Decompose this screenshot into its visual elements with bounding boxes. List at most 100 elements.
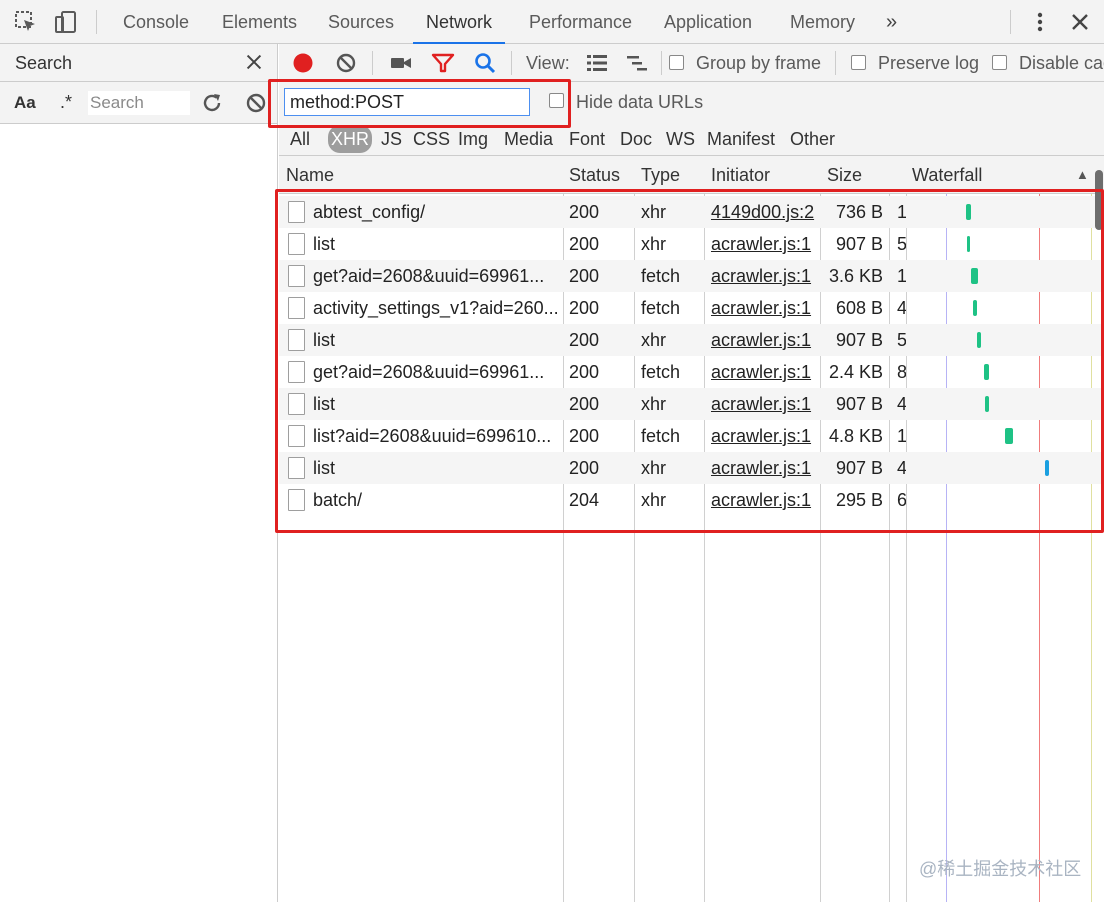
large-rows-icon[interactable] (585, 51, 609, 75)
tab-network[interactable]: Network (413, 0, 506, 44)
column-header-waterfall[interactable]: Waterfall (912, 156, 982, 194)
column-header-initiator[interactable]: Initiator (711, 156, 770, 194)
clear-log-icon[interactable] (334, 51, 358, 75)
clear-search-icon[interactable] (244, 91, 268, 115)
request-size: 907 B (835, 458, 883, 478)
view-label: View: (526, 53, 570, 73)
waterfall-bar (966, 236, 971, 252)
request-initiator-link[interactable]: 4149d00.js:2 (711, 196, 817, 228)
tab-performance[interactable]: Performance (529, 0, 632, 44)
request-initiator-link[interactable]: acrawler.js:1 (711, 292, 817, 324)
request-initiator-link[interactable]: acrawler.js:1 (711, 388, 817, 420)
request-initiator-link[interactable]: acrawler.js:1 (711, 228, 817, 260)
column-header-type[interactable]: Type (641, 156, 680, 194)
table-row[interactable]: list?aid=2608&uuid=699610... 200 fetch a… (279, 420, 1104, 452)
type-filter-css[interactable]: CSS (410, 125, 453, 153)
search-input[interactable] (88, 91, 190, 115)
tab-elements[interactable]: Elements (222, 0, 297, 44)
document-icon (288, 201, 305, 223)
request-initiator-link[interactable]: acrawler.js:1 (711, 420, 817, 452)
group-by-frame-checkbox[interactable] (669, 55, 684, 70)
request-size: 608 B (835, 298, 883, 318)
request-time: 5 (897, 234, 906, 254)
request-time: 1 (897, 202, 906, 222)
regex-toggle[interactable]: .* (60, 82, 72, 122)
document-icon (288, 361, 305, 383)
close-devtools-icon[interactable] (1068, 10, 1092, 34)
table-row[interactable]: get?aid=2608&uuid=69961... 200 fetch acr… (279, 356, 1104, 388)
table-row[interactable]: abtest_config/ 200 xhr 4149d00.js:2 736 … (279, 196, 1104, 228)
document-icon (288, 457, 305, 479)
request-status: 200 (569, 234, 600, 254)
type-filter-font[interactable]: Font (566, 125, 608, 153)
request-size: 736 B (835, 202, 883, 222)
waterfall-bar (973, 300, 977, 316)
request-initiator-link[interactable]: acrawler.js:1 (711, 484, 817, 516)
tab-sources[interactable]: Sources (328, 0, 394, 44)
type-filter-img[interactable]: Img (455, 125, 491, 153)
type-filter-manifest[interactable]: Manifest (704, 125, 778, 153)
more-tabs-chevron-icon[interactable]: » (886, 0, 897, 44)
request-type: xhr (641, 458, 667, 478)
type-filter-xhr[interactable]: XHR (328, 125, 373, 153)
column-header-name[interactable]: Name (286, 156, 334, 194)
column-header-status[interactable]: Status (569, 156, 620, 194)
request-time: 4 (897, 394, 906, 414)
table-row[interactable]: list 200 xhr acrawler.js:1 907 B 5 (279, 228, 1104, 260)
tab-memory[interactable]: Memory (790, 0, 855, 44)
hide-data-urls-checkbox[interactable] (549, 93, 564, 108)
column-header-size[interactable]: Size (827, 156, 862, 194)
request-name: list?aid=2608&uuid=699610... (313, 426, 552, 446)
preserve-log-label: Preserve log (878, 53, 980, 73)
request-type: xhr (641, 394, 667, 414)
filter-icon[interactable] (431, 51, 455, 75)
type-filter-ws[interactable]: WS (663, 125, 698, 153)
request-initiator-link[interactable]: acrawler.js:1 (711, 260, 817, 292)
type-filter-media[interactable]: Media (501, 125, 556, 153)
request-initiator-link[interactable]: acrawler.js:1 (711, 452, 817, 484)
toolbar-divider (1010, 10, 1011, 34)
overview-waterfall-icon[interactable] (625, 51, 649, 75)
type-filter-doc[interactable]: Doc (617, 125, 655, 153)
waterfall-bar (976, 332, 981, 348)
match-case-toggle[interactable]: Aa (14, 82, 36, 124)
document-icon (288, 297, 305, 319)
table-row[interactable]: list 200 xhr acrawler.js:1 907 B 4 (279, 452, 1104, 484)
record-icon[interactable] (291, 51, 315, 75)
hide-data-urls-label: Hide data URLs (576, 92, 704, 112)
sort-ascending-icon[interactable]: ▲ (1076, 156, 1089, 194)
table-row[interactable]: batch/ 204 xhr acrawler.js:1 295 B 6 (279, 484, 1104, 516)
filter-input[interactable] (284, 88, 530, 116)
network-toolbar: View: Group by frame Preserve log Disabl… (279, 44, 1104, 82)
document-icon (288, 329, 305, 351)
inspect-element-icon[interactable] (14, 10, 38, 34)
kebab-menu-icon[interactable] (1028, 10, 1052, 34)
request-size: 907 B (835, 234, 883, 254)
device-toolbar-icon[interactable] (54, 10, 78, 34)
request-name: list (313, 234, 335, 254)
preserve-log-checkbox[interactable] (851, 55, 866, 70)
type-filter-js[interactable]: JS (378, 125, 405, 153)
scrollbar-thumb[interactable] (1095, 170, 1103, 230)
request-time: 5 (897, 330, 906, 350)
table-row[interactable]: activity_settings_v1?aid=260... 200 fetc… (279, 292, 1104, 324)
tab-application[interactable]: Application (664, 0, 752, 44)
document-icon (288, 393, 305, 415)
request-size: 2.4 KB (828, 362, 883, 382)
request-name: get?aid=2608&uuid=69961... (313, 266, 545, 286)
document-icon (288, 233, 305, 255)
screenshot-video-icon[interactable] (389, 51, 413, 75)
tab-console[interactable]: Console (123, 0, 189, 44)
type-filter-other[interactable]: Other (787, 125, 838, 153)
search-icon[interactable] (473, 51, 497, 75)
type-filter-all[interactable]: All (287, 125, 313, 153)
request-initiator-link[interactable]: acrawler.js:1 (711, 324, 817, 356)
table-row[interactable]: get?aid=2608&uuid=69961... 200 fetch acr… (279, 260, 1104, 292)
request-name: abtest_config/ (313, 202, 426, 222)
request-initiator-link[interactable]: acrawler.js:1 (711, 356, 817, 388)
table-row[interactable]: list 200 xhr acrawler.js:1 907 B 4 (279, 388, 1104, 420)
disable-cache-checkbox[interactable] (992, 55, 1007, 70)
table-row[interactable]: list 200 xhr acrawler.js:1 907 B 5 (279, 324, 1104, 356)
close-search-icon[interactable] (243, 51, 267, 75)
refresh-icon[interactable] (200, 91, 224, 115)
